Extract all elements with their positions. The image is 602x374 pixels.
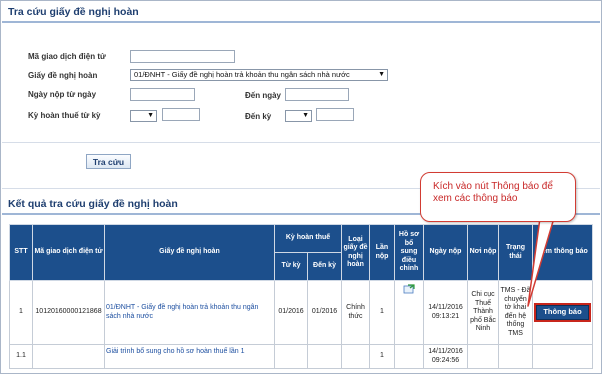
callout-pointer-cover	[540, 216, 554, 219]
